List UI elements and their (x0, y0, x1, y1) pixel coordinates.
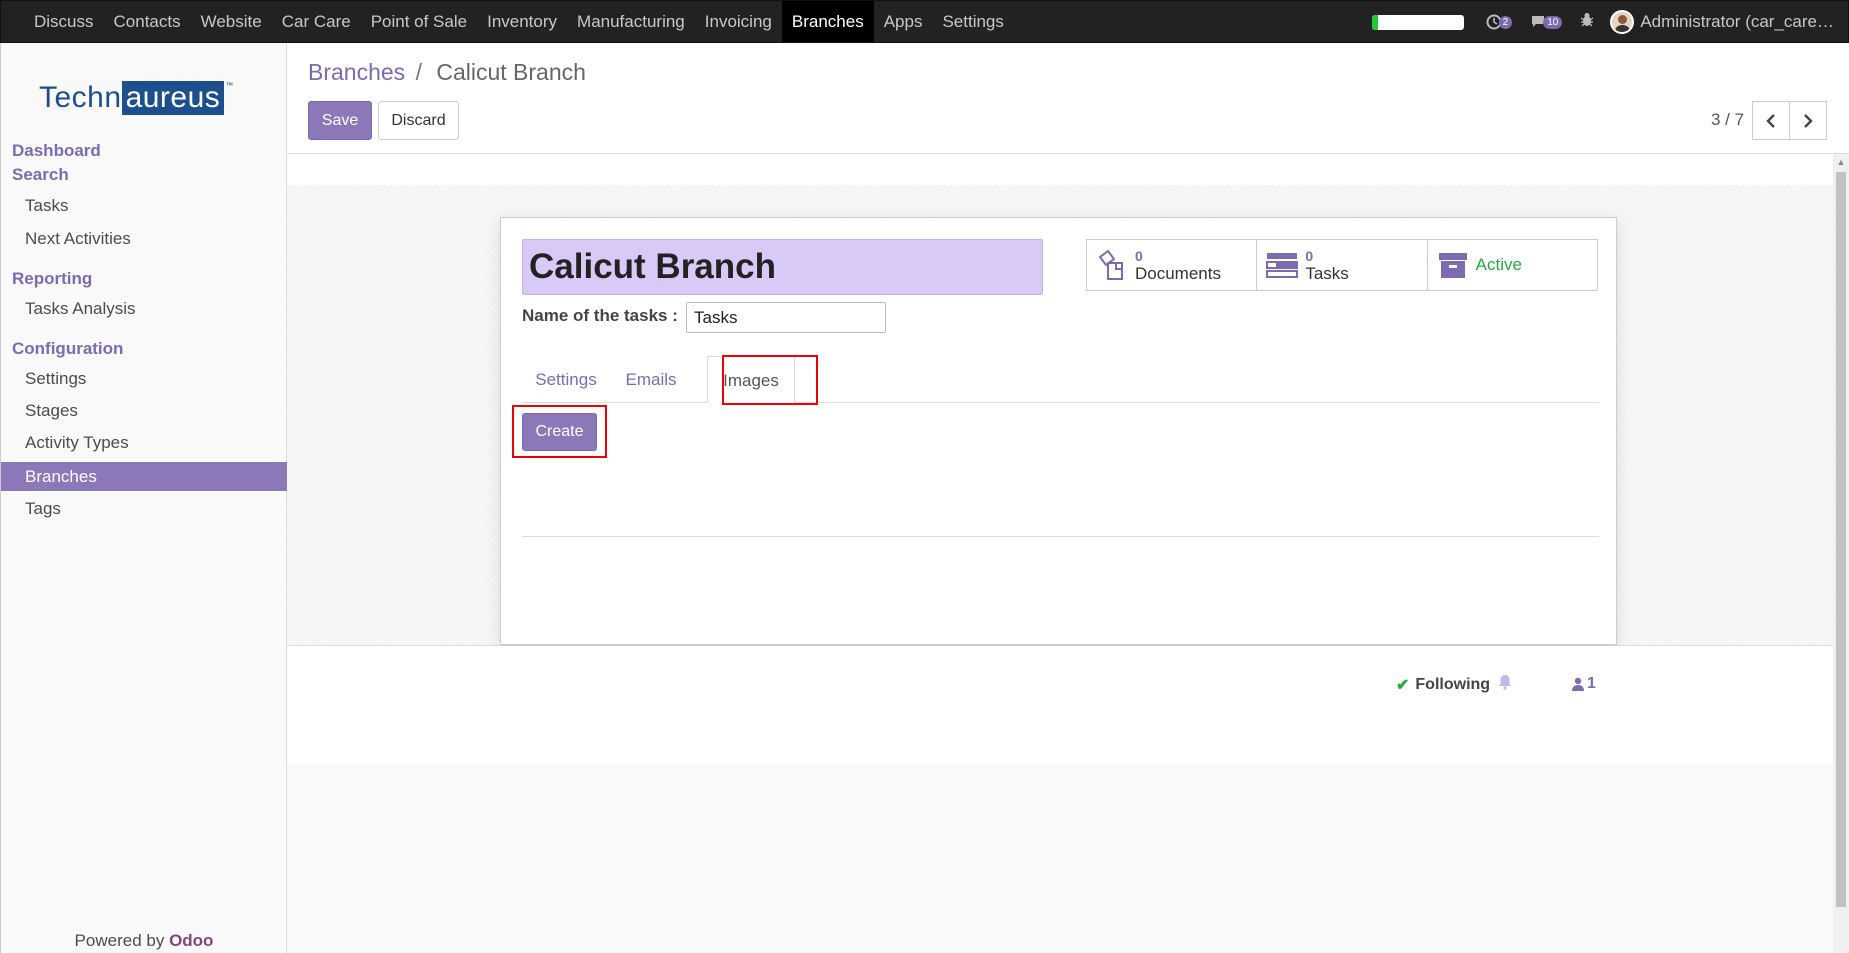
sidebar-item-tags[interactable]: Tags (1, 494, 287, 523)
archive-icon (1436, 248, 1470, 282)
chevron-right-icon (1804, 113, 1813, 128)
breadcrumb: Branches / Calicut Branch (308, 59, 586, 86)
company-logo[interactable]: Techn aureus ™ (39, 81, 233, 115)
documents-icon (1095, 248, 1129, 282)
systray: 2 10 Administrator (car_care… (1371, 1, 1848, 43)
message-count-badge: 10 (1543, 15, 1563, 29)
tasks-label: Tasks (1305, 263, 1349, 283)
create-button-highlight (512, 405, 607, 458)
tasks-list-icon (1265, 248, 1299, 282)
active-toggle-button[interactable]: Active (1428, 240, 1597, 290)
avatar (1610, 10, 1635, 34)
messaging-menu[interactable]: 10 (1530, 15, 1563, 29)
form-view: Calicut Branch Name of the tasks : Tasks… (287, 154, 1833, 953)
sidebar-item-settings[interactable]: Settings (1, 364, 287, 393)
smart-button-box: 0 Documents 0 Tasks Active (1086, 239, 1598, 291)
notebook-tabs: Settings Emails Images (522, 356, 1599, 403)
sidebar-item-dashboard[interactable]: Dashboard (12, 141, 101, 161)
sidebar-item-next-activities[interactable]: Next Activities (1, 224, 287, 253)
documents-label: Documents (1135, 263, 1221, 283)
branch-name-field[interactable]: Calicut Branch (522, 239, 1043, 295)
logo-trademark: ™ (225, 81, 234, 90)
onboarding-progress-bar[interactable] (1371, 14, 1464, 30)
active-label: Active (1475, 255, 1522, 274)
followers-count: 1 (1587, 675, 1596, 692)
tasks-name-input[interactable]: Tasks (686, 302, 886, 333)
tasks-smart-button[interactable]: 0 Tasks (1257, 240, 1428, 290)
control-panel: Branches / Calicut Branch Save Discard 3… (287, 43, 1849, 154)
user-icon (1572, 677, 1584, 691)
breadcrumb-branches-link[interactable]: Branches (308, 59, 405, 85)
documents-smart-button[interactable]: 0 Documents (1087, 240, 1258, 290)
powered-by: Powered by Odoo (1, 931, 287, 951)
pager-next-button[interactable] (1789, 101, 1827, 140)
following-label: Following (1415, 676, 1491, 693)
sidebar-item-search[interactable]: Search (12, 165, 69, 185)
followers-button[interactable]: 1 (1572, 675, 1596, 693)
powered-by-label: Powered by (74, 931, 165, 950)
tab-emails[interactable]: Emails (610, 356, 692, 403)
activity-menu[interactable]: 2 (1486, 14, 1513, 30)
form-sheet: Calicut Branch Name of the tasks : Tasks… (500, 217, 1617, 645)
app-menu: Discuss Contacts Website Car Care Point … (1, 1, 1014, 42)
sidebar-section-reporting[interactable]: Reporting (12, 269, 92, 289)
check-icon: ✔ (1396, 677, 1410, 694)
menu-settings[interactable]: Settings (932, 1, 1013, 42)
menu-contacts[interactable]: Contacts (104, 1, 191, 42)
sidebar-item-tasks[interactable]: Tasks (1, 191, 287, 220)
menu-point-of-sale[interactable]: Point of Sale (361, 1, 477, 42)
tasks-name-label: Name of the tasks : (522, 306, 678, 325)
chatter: ✔ Following 1 (287, 646, 1833, 763)
scroll-up-arrow-icon[interactable]: ▲ (1833, 154, 1849, 170)
menu-invoicing[interactable]: Invoicing (695, 1, 782, 42)
tab-content-divider (522, 536, 1599, 537)
menu-branches[interactable]: Branches (781, 1, 874, 42)
sidebar-item-tasks-analysis[interactable]: Tasks Analysis (1, 294, 287, 323)
images-tab-highlight (722, 355, 818, 405)
pager-value[interactable]: 3 / 7 (1711, 110, 1744, 130)
sidebar-item-activity-types[interactable]: Activity Types (1, 428, 287, 457)
menu-manufacturing[interactable]: Manufacturing (567, 1, 695, 42)
breadcrumb-separator: / (415, 59, 422, 85)
menu-website[interactable]: Website (191, 1, 272, 42)
tab-settings[interactable]: Settings (522, 356, 610, 403)
odoo-link[interactable]: Odoo (169, 931, 213, 950)
logo-text-part1: Techn (39, 81, 122, 114)
sheet-background: Calicut Branch Name of the tasks : Tasks… (287, 185, 1833, 646)
chevron-left-icon (1766, 113, 1775, 128)
save-button[interactable]: Save (308, 101, 372, 140)
discard-button[interactable]: Discard (378, 101, 459, 140)
debug-menu[interactable] (1580, 12, 1594, 32)
sidebar-item-branches[interactable]: Branches (1, 462, 287, 491)
logo-text-part2: aureus (121, 81, 225, 115)
menu-apps[interactable]: Apps (874, 1, 933, 42)
following-button[interactable]: ✔ Following (1396, 675, 1490, 695)
menu-inventory[interactable]: Inventory (477, 1, 567, 42)
vertical-scrollbar[interactable]: ▲ (1833, 154, 1849, 953)
documents-count: 0 (1135, 247, 1143, 264)
sidebar: Techn aureus ™ Dashboard Search Tasks Next… (0, 43, 287, 953)
sidebar-section-configuration[interactable]: Configuration (12, 339, 123, 359)
user-menu[interactable]: Administrator (car_care… (1610, 10, 1834, 34)
scroll-thumb[interactable] (1836, 172, 1846, 907)
sidebar-item-stages[interactable]: Stages (1, 396, 287, 425)
pager-previous-button[interactable] (1752, 101, 1790, 140)
breadcrumb-current: Calicut Branch (436, 59, 586, 85)
tasks-count: 0 (1305, 247, 1314, 264)
top-navbar: Discuss Contacts Website Car Care Point … (0, 0, 1849, 43)
bell-icon[interactable] (1498, 674, 1512, 695)
chatter-thread-area (287, 763, 1833, 953)
menu-discuss[interactable]: Discuss (24, 1, 104, 42)
bug-icon (1580, 13, 1594, 27)
menu-car-care[interactable]: Car Care (272, 1, 361, 42)
user-name: Administrator (car_care… (1640, 12, 1834, 31)
activity-count-badge: 2 (1498, 15, 1513, 29)
